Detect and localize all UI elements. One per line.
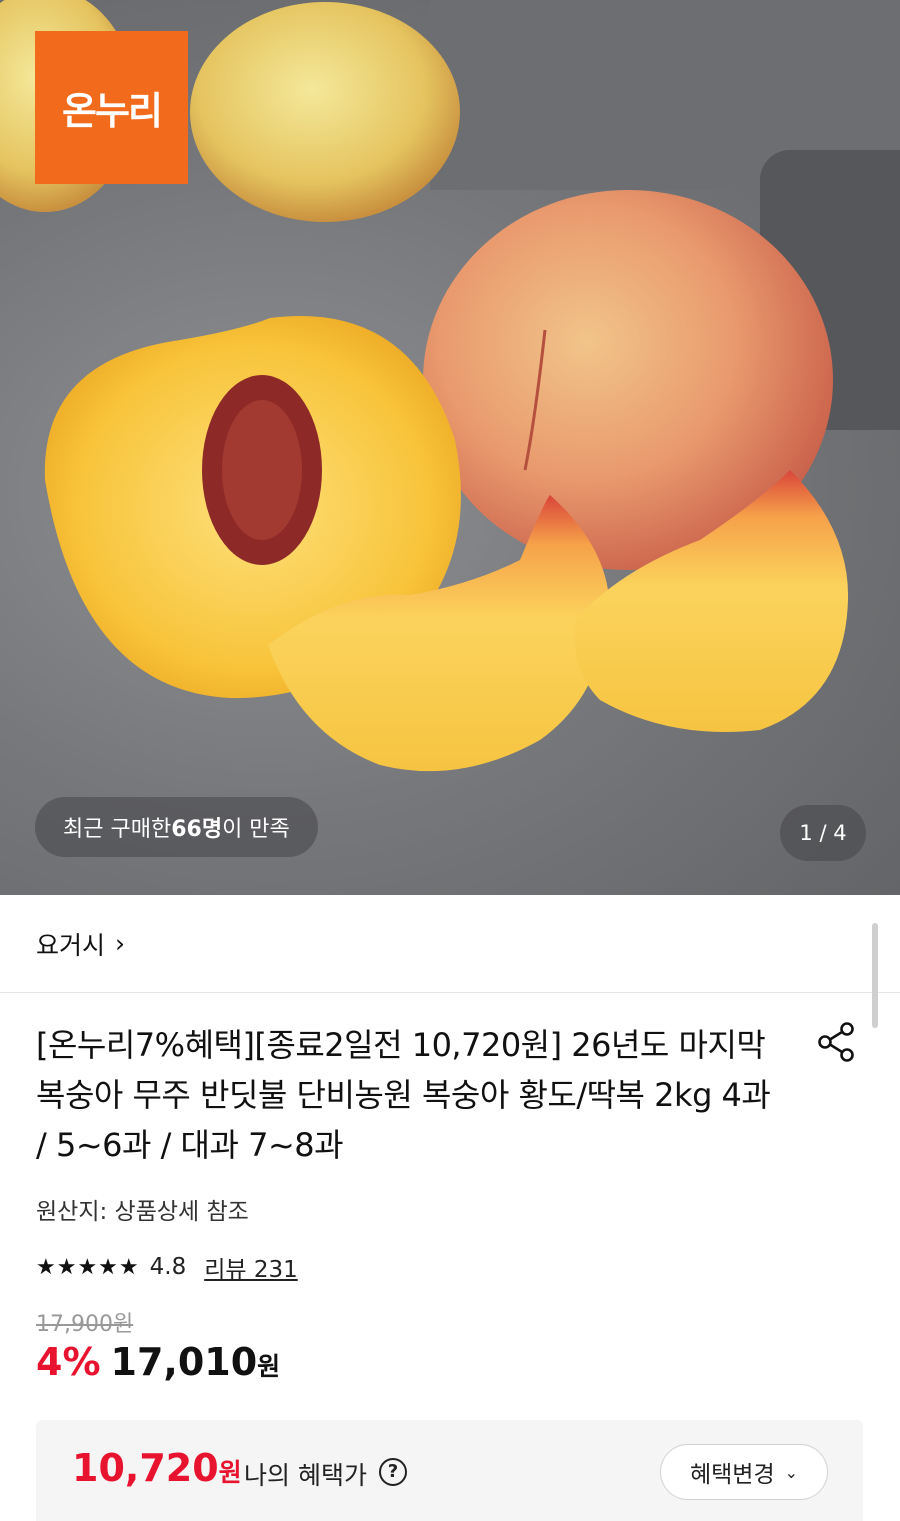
benefit-price: 10,720 원 bbox=[72, 1446, 242, 1490]
scrollbar[interactable] bbox=[872, 923, 878, 1028]
my-benefit-price-box: 10,720 원 나의 혜택가 ? 혜택변경 ⌄ bbox=[36, 1420, 863, 1521]
origin-info: 원산지: 상품상세 참조 bbox=[36, 1199, 249, 1225]
onnuri-brand-logo: 온누리 bbox=[35, 31, 188, 184]
benefit-price-unit: 원 bbox=[218, 1458, 242, 1487]
rating-row: ★★★★★ 4.8 리뷰 231 bbox=[36, 1250, 298, 1284]
share-icon bbox=[818, 1022, 854, 1062]
product-image-carousel[interactable]: 온누리 최근 구매한 66명 이 만족 1 / 4 bbox=[0, 0, 900, 895]
share-button[interactable] bbox=[815, 1020, 859, 1064]
store-link[interactable]: 요거시 › bbox=[0, 895, 900, 993]
review-count-link[interactable]: 리뷰 231 bbox=[204, 1250, 298, 1284]
sale-price-unit: 원 bbox=[257, 1352, 281, 1381]
buyer-prefix: 최근 구매한 bbox=[63, 817, 172, 842]
chevron-right-icon: › bbox=[115, 929, 126, 958]
question-circle-icon[interactable]: ? bbox=[379, 1458, 407, 1486]
image-pager-indicator: 1 / 4 bbox=[780, 805, 866, 861]
chevron-down-icon: ⌄ bbox=[784, 1462, 799, 1482]
benefit-price-label: 나의 혜택가 bbox=[244, 1461, 367, 1490]
star-rating-icon: ★★★★★ bbox=[36, 1254, 140, 1280]
benefit-price-value: 10,720 bbox=[72, 1446, 219, 1490]
original-price: 17,900원 bbox=[36, 1312, 134, 1337]
sale-price-row: 4% 17,010 원 bbox=[36, 1340, 280, 1384]
buyer-suffix: 이 만족 bbox=[222, 817, 290, 842]
rating-value: 4.8 bbox=[149, 1254, 187, 1280]
store-name: 요거시 bbox=[36, 930, 106, 960]
sale-price: 17,010 bbox=[110, 1340, 258, 1384]
change-benefit-label: 혜택변경 bbox=[689, 1462, 775, 1488]
discount-rate: 4% bbox=[36, 1340, 101, 1384]
buyer-count: 66명 bbox=[171, 817, 223, 842]
product-title: [온누리7%혜택][종료2일전 10,720원] 26년도 마지막 복숭아 무주… bbox=[36, 1026, 771, 1164]
recent-buyer-satisfaction-badge: 최근 구매한 66명 이 만족 bbox=[35, 797, 318, 857]
change-benefit-button[interactable]: 혜택변경 ⌄ bbox=[660, 1444, 828, 1500]
